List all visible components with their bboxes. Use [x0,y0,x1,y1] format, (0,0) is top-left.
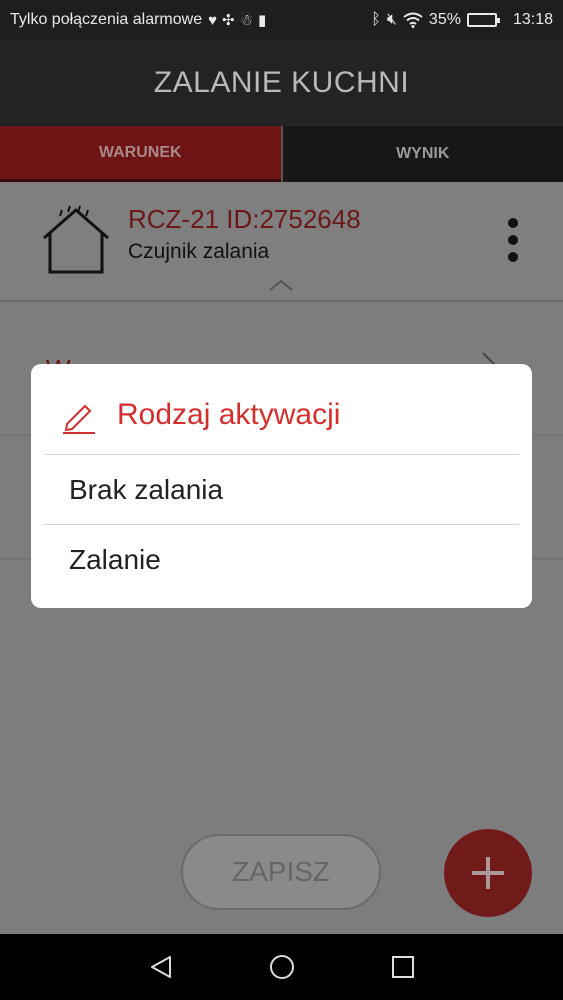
bluetooth-icon: ᛒ [371,11,381,28]
save-button[interactable]: ZAPISZ [181,834,381,910]
device-type: Czujnik zalania [128,240,270,263]
house-rain-icon [43,205,109,274]
app-bar: ZALANIE KUCHNI [0,40,563,126]
clock: 13:18 [512,11,553,28]
battery-icon [466,13,500,27]
person-icon: ☃ [239,12,254,29]
status-icons: ♥ ✣ ☃ ▮ [208,11,267,30]
wifi-icon [403,12,423,28]
save-button-label: ZAPISZ [231,856,330,887]
pencil-icon [63,405,95,434]
home-button[interactable] [267,952,297,982]
screen: Tylko połączenia alarmowe ♥ ✣ ☃ ▮ ᛒ 🔇︎ 3… [0,0,563,1000]
tab-warunek[interactable]: WARUNEK [0,126,281,182]
chevron-up-icon[interactable] [268,278,294,292]
device-card[interactable]: RCZ-21 ID:2752648 Czujnik zalania [0,182,563,302]
device-id: RCZ-21 ID:2752648 [128,204,361,234]
option-brak-zalania[interactable]: Brak zalania [31,455,532,525]
tab-bar: WARUNEK WYNIK [0,126,563,182]
navigation-bar [0,934,563,1000]
heart-icon: ♥ [208,11,217,29]
dialog-title: Rodzaj aktywacji [117,398,341,431]
back-button[interactable] [146,952,176,982]
sim-alert-icon: ▮ [258,12,267,29]
battery-percent: 35% [428,11,461,28]
page-title: ZALANIE KUCHNI [153,66,410,99]
tab-wynik[interactable]: WYNIK [282,126,563,182]
carrier-text: Tylko połączenia alarmowe [10,11,203,28]
activation-type-dialog: Rodzaj aktywacji Brak zalania Zalanie [31,364,532,608]
dialog-header: Rodzaj aktywacji [31,364,532,454]
recents-button[interactable] [388,952,418,982]
back-icon [150,956,171,978]
plus-icon [472,857,504,889]
mute-icon: 🔇︎ [386,11,397,28]
home-icon [269,955,294,979]
add-button[interactable] [444,829,532,917]
status-right: ᛒ 🔇︎ 35% 13:18 [371,11,553,29]
recents-icon [391,956,414,978]
fan-icon: ✣ [222,12,235,29]
more-options-icon[interactable] [502,216,524,264]
status-bar: Tylko połączenia alarmowe ♥ ✣ ☃ ▮ ᛒ 🔇︎ 3… [0,0,563,40]
option-zalanie[interactable]: Zalanie [31,525,532,595]
